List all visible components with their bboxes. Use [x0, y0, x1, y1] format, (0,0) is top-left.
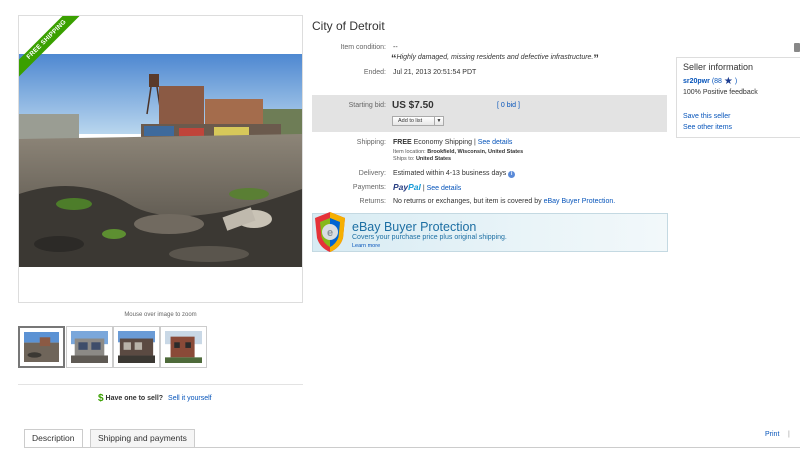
- shipping-method: Economy Shipping: [413, 139, 472, 146]
- delivery-label: Delivery:: [358, 170, 386, 177]
- add-to-list-button[interactable]: Add to list ▼: [392, 116, 444, 126]
- payments-label: Payments:: [352, 184, 386, 191]
- save-seller-link[interactable]: Save this seller: [683, 113, 730, 120]
- main-image-frame[interactable]: FREE SHIPPING: [18, 15, 303, 303]
- info-icon[interactable]: i: [508, 171, 516, 178]
- payments-value: PayPal | See details: [393, 182, 461, 192]
- tab-baseline: [24, 447, 800, 448]
- tab-description[interactable]: Description: [24, 429, 83, 448]
- protection-subtitle: Covers your purchase price plus original…: [352, 234, 507, 241]
- print-link[interactable]: Print: [765, 431, 779, 438]
- returns-label: Returns:: [359, 198, 386, 205]
- thumbnail-1[interactable]: [18, 326, 65, 368]
- payments-see-details-link[interactable]: See details: [427, 185, 462, 192]
- star-icon: ★: [723, 76, 733, 87]
- thumbnail-4-image: [165, 331, 202, 363]
- shipping-label: Shipping:: [356, 139, 386, 146]
- delivery-estimate: Estimated within 4-13 business days: [393, 170, 507, 177]
- thumbnail-4[interactable]: [160, 326, 207, 368]
- footer-separator: |: [788, 431, 790, 438]
- svg-text:e: e: [327, 227, 333, 239]
- returns-value: No returns or exchanges, but item is cov…: [393, 198, 615, 205]
- thumbnail-2-image: [71, 331, 108, 363]
- shield-icon: e: [315, 212, 345, 252]
- see-other-items-link[interactable]: See other items: [683, 124, 732, 131]
- paypal-logo: PayPal: [393, 182, 421, 192]
- condition-quote-text: Highly damaged, missing residents and de…: [396, 54, 594, 61]
- bid-box: [312, 95, 667, 132]
- dropdown-arrow-icon[interactable]: ▼: [434, 117, 443, 125]
- shipping-value: FREE Economy Shipping | See details: [393, 139, 512, 146]
- item-condition-value: --: [393, 44, 398, 51]
- item-condition-label: Item condition:: [340, 44, 386, 51]
- item-title: City of Detroit: [312, 19, 385, 33]
- thumbnail-1-image: [24, 332, 59, 362]
- delivery-value: Estimated within 4-13 business days i: [393, 170, 516, 178]
- condition-quote: “Highly damaged, missing residents and d…: [391, 53, 599, 65]
- main-photo[interactable]: [19, 54, 302, 267]
- gallery-divider: [18, 384, 303, 385]
- ended-label: Ended:: [363, 69, 386, 76]
- bid-count-link[interactable]: [ 0 bid ]: [497, 102, 520, 109]
- ships-to-value: United States: [415, 156, 452, 162]
- sell-it-yourself-link[interactable]: Sell it yourself: [168, 395, 212, 402]
- seller-info-title: Seller information: [683, 62, 754, 72]
- dollar-icon: $: [98, 393, 104, 404]
- sell-question: Have one to sell?: [105, 395, 164, 402]
- thumbnail-3[interactable]: [113, 326, 160, 368]
- ended-value: Jul 21, 2013 20:51:54 PDT: [393, 69, 477, 76]
- sell-row: $ Have one to sell? Sell it yourself: [98, 393, 212, 404]
- add-to-list-label: Add to list: [398, 118, 423, 124]
- thumbnail-2[interactable]: [66, 326, 113, 368]
- tab-shipping-and-payments[interactable]: Shipping and payments: [90, 429, 195, 448]
- window-icon[interactable]: [794, 43, 800, 52]
- returns-policy: No returns or exchanges, but item is cov…: [393, 198, 542, 205]
- payments-separator: |: [422, 185, 425, 192]
- item-location-value: Brookfield, Wisconsin, United States: [427, 149, 524, 155]
- seller-line: sr20pwr (88 ★ ): [683, 76, 737, 87]
- protection-title: eBay Buyer Protection: [352, 220, 477, 234]
- shipping-free: FREE: [393, 139, 412, 146]
- thumbnail-3-image: [118, 331, 155, 363]
- starting-bid-label: Starting bid:: [348, 102, 386, 109]
- ships-to-label: Ships to:: [393, 156, 415, 162]
- buyer-protection-link[interactable]: eBay Buyer Protection.: [544, 198, 616, 205]
- positive-feedback: 100% Positive feedback: [683, 89, 758, 96]
- feedback-score-link[interactable]: 88: [714, 78, 722, 85]
- starting-bid-value: US $7.50: [392, 100, 434, 111]
- shipping-separator: |: [473, 139, 476, 146]
- learn-more-link[interactable]: Learn more: [352, 243, 380, 249]
- shipping-see-details-link[interactable]: See details: [478, 139, 513, 146]
- zoom-hint: Mouse over image to zoom: [124, 312, 197, 318]
- item-location: Item location: Brookfield, Wisconsin, Un…: [393, 149, 523, 155]
- close-quote-mark: ”: [593, 53, 599, 65]
- item-location-label: Item location:: [393, 149, 426, 155]
- ships-to: Ships to: United States: [393, 156, 451, 162]
- seller-name-link[interactable]: sr20pwr: [683, 78, 710, 85]
- feedback-close-paren: ): [734, 78, 738, 85]
